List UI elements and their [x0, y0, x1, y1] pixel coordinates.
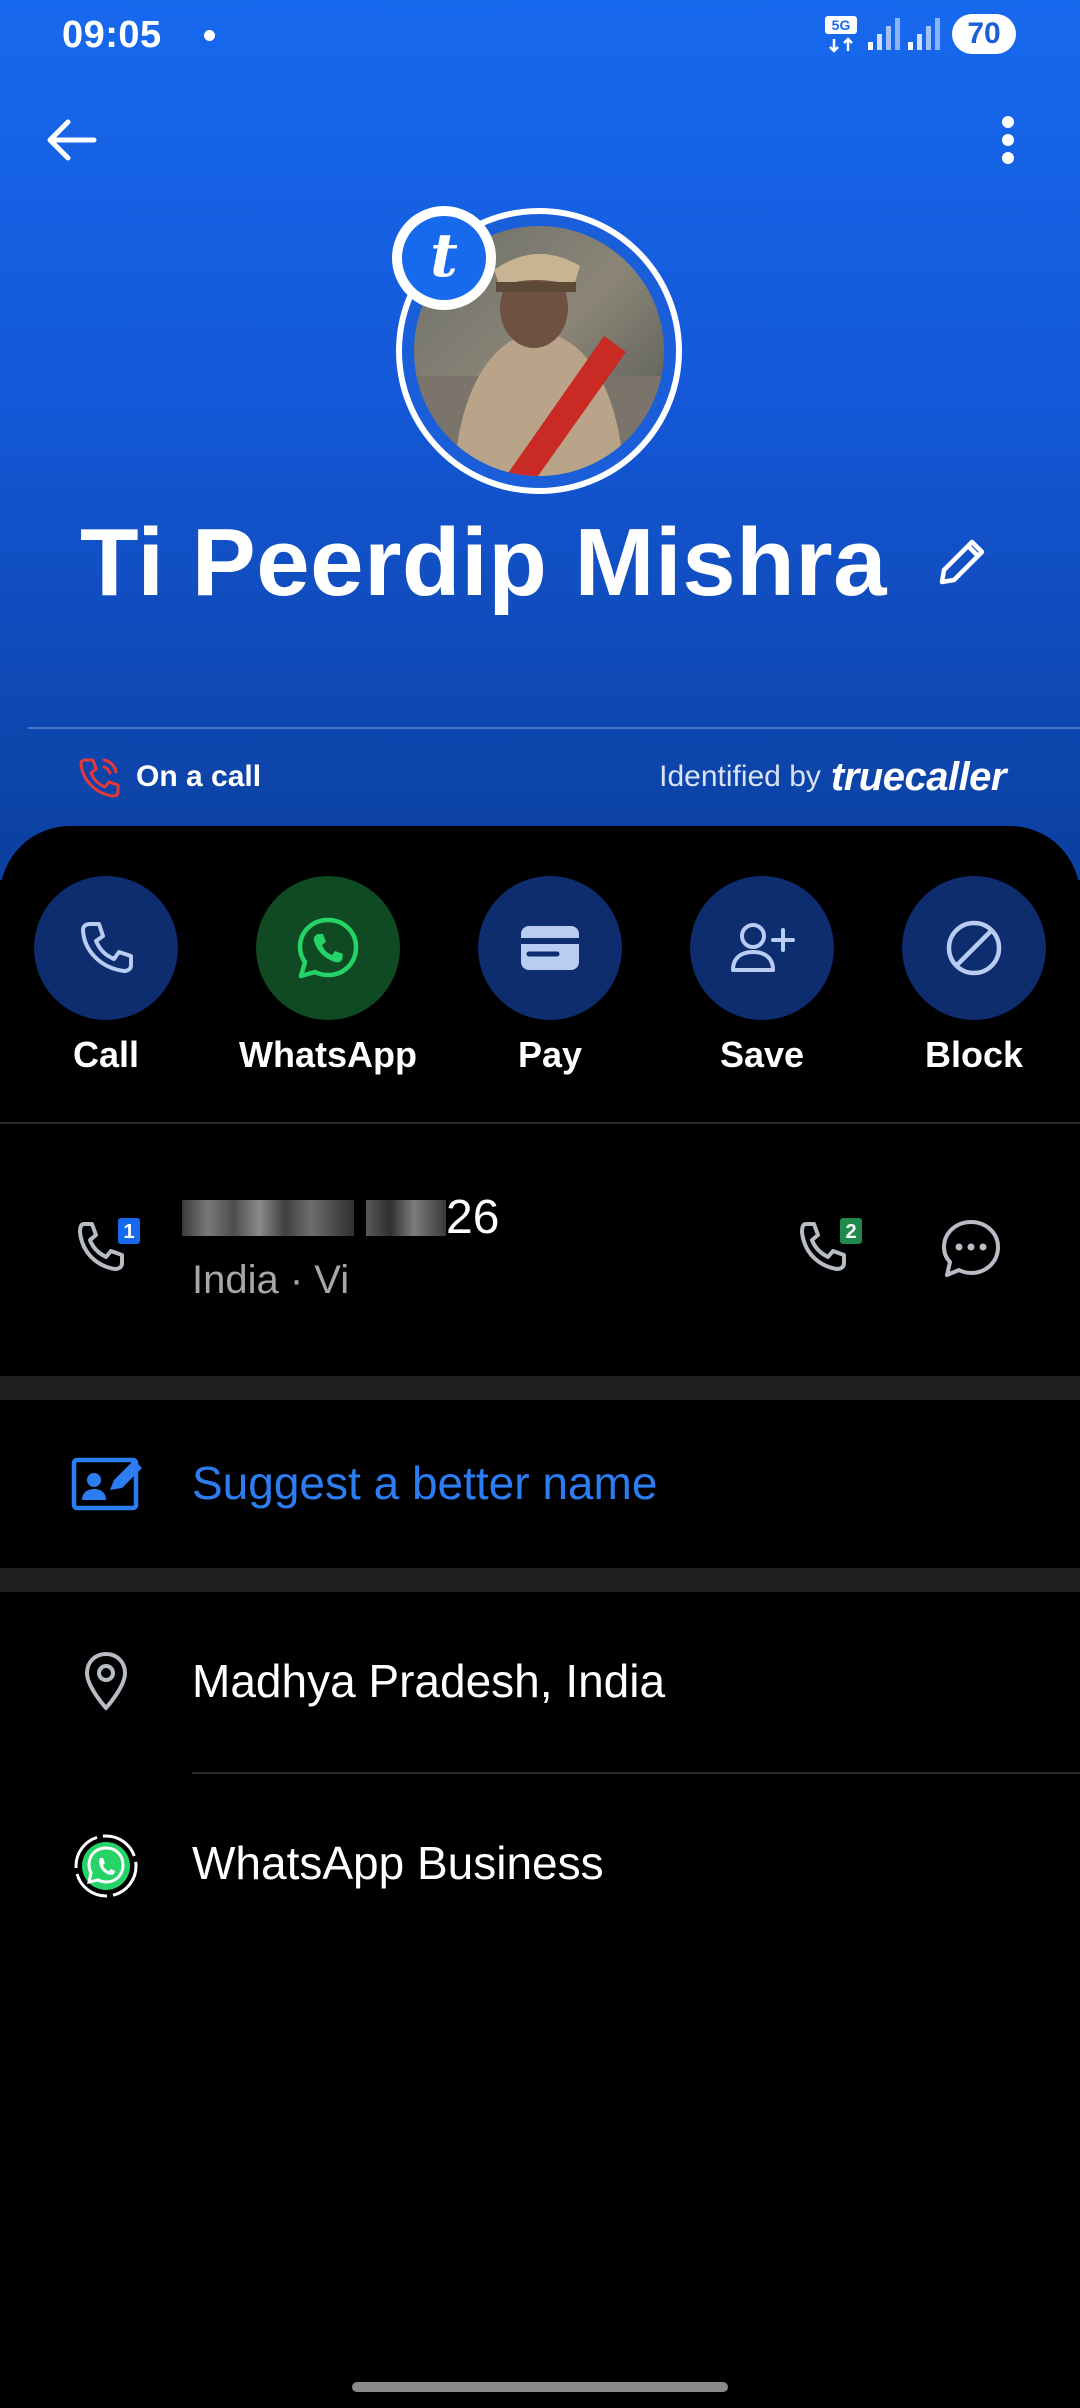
- call-button[interactable]: [34, 876, 178, 1020]
- edit-pencil-icon[interactable]: [930, 530, 994, 594]
- battery-indicator: 70: [952, 14, 1016, 54]
- detail-divider: [192, 1772, 1080, 1774]
- redacted-number-2: [366, 1199, 446, 1236]
- block-icon: [946, 920, 1002, 976]
- pay-label: Pay: [517, 1034, 583, 1075]
- signal-icon-2: [908, 18, 940, 50]
- save-action[interactable]: Save: [662, 876, 862, 1076]
- phone-icon: [81, 922, 133, 973]
- location-text: Madhya Pradesh, India: [192, 1655, 666, 1707]
- identified-prefix: Identified by: [659, 760, 821, 793]
- whatsapp-action[interactable]: WhatsApp: [228, 876, 428, 1076]
- wallet-icon: [521, 926, 579, 970]
- message-icon[interactable]: [938, 1216, 1004, 1282]
- truecaller-badge-letter: t: [402, 216, 486, 300]
- sim1-label: 1: [123, 1221, 134, 1243]
- phone-number-suffix: 26: [446, 1191, 500, 1244]
- network-5g-icon: 5G: [825, 16, 857, 53]
- contact-name: Ti Peerdip Mishra: [80, 509, 887, 616]
- section-band: [0, 1376, 1080, 1400]
- status-bar: 09:05 5G 70: [0, 0, 1080, 70]
- status-time: 09:05: [62, 14, 162, 56]
- call-status-label: On a call: [136, 760, 262, 793]
- truecaller-badge: t: [392, 206, 496, 310]
- section-band-2: [0, 1568, 1080, 1592]
- block-label: Block: [924, 1034, 1024, 1075]
- call-action[interactable]: Call: [6, 876, 206, 1076]
- call-status: On a call: [76, 752, 261, 802]
- signal-icon: [868, 18, 900, 50]
- add-person-icon: [731, 923, 795, 972]
- location-pin-icon: [85, 1652, 127, 1710]
- home-indicator[interactable]: [352, 2382, 728, 2392]
- block-button[interactable]: [902, 876, 1046, 1020]
- svg-text:5G: 5G: [832, 17, 851, 33]
- redacted-number: [182, 1199, 354, 1236]
- identified-by: Identified by truecaller: [659, 752, 1006, 802]
- block-action[interactable]: Block: [874, 876, 1074, 1076]
- phone-number: 26: [182, 1190, 499, 1245]
- notification-dot: [204, 30, 215, 41]
- whatsapp-label: WhatsApp: [239, 1034, 417, 1075]
- back-arrow-icon[interactable]: [40, 108, 104, 172]
- save-button[interactable]: [690, 876, 834, 1020]
- call-sim2-icon[interactable]: 2: [796, 1212, 868, 1284]
- call-label: Call: [72, 1034, 140, 1075]
- pay-action[interactable]: Pay: [450, 876, 650, 1076]
- whatsapp-business-text: WhatsApp Business: [192, 1837, 604, 1889]
- more-options-icon[interactable]: [984, 108, 1032, 172]
- whatsapp-button[interactable]: [256, 876, 400, 1020]
- phone-number-row[interactable]: [0, 1124, 1080, 1378]
- sim2-label: 2: [845, 1221, 856, 1243]
- whatsapp-icon: [297, 917, 359, 979]
- suggest-name-icon[interactable]: [70, 1450, 146, 1514]
- pay-button[interactable]: [478, 876, 622, 1020]
- header-divider: [28, 727, 1080, 729]
- on-call-icon: [79, 758, 120, 798]
- call-sim1-icon[interactable]: 1: [74, 1212, 146, 1284]
- truecaller-logo: truecaller: [830, 754, 1007, 799]
- whatsapp-business-icon: [74, 1834, 138, 1898]
- action-bar: Call WhatsApp Pay Save Block: [0, 876, 1080, 1076]
- carrier-info: India · Vi: [192, 1258, 350, 1302]
- suggest-name-link[interactable]: Suggest a better name: [192, 1456, 657, 1510]
- save-label: Save: [719, 1034, 805, 1075]
